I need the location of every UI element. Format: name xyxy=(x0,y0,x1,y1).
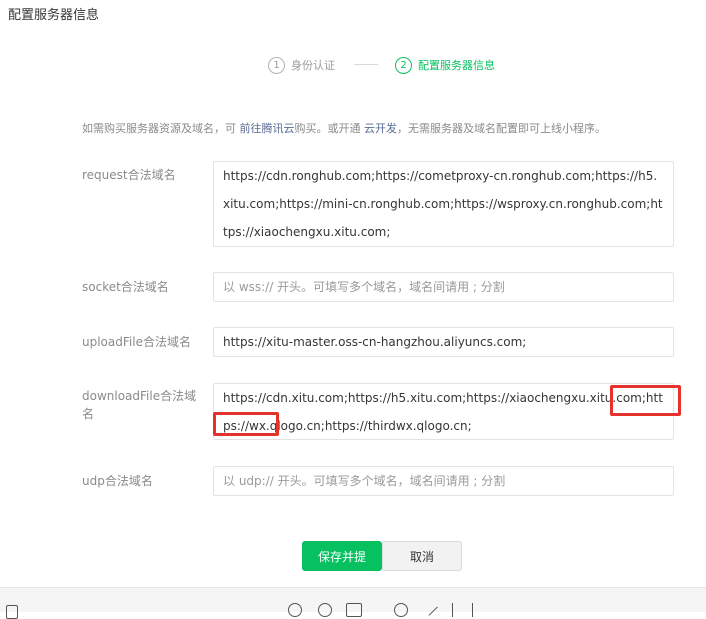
udp-domain-input[interactable]: 以 udp:// 开头。可填写多个域名，域名间请用 ; 分割 xyxy=(213,466,674,496)
zoom-out-icon[interactable] xyxy=(318,603,332,617)
rotate-icon[interactable] xyxy=(394,603,408,617)
downloadfile-domain-input[interactable]: https://cdn.xitu.com;https://h5.xitu.com… xyxy=(213,383,674,440)
bottom-toolbar xyxy=(0,587,706,619)
highlight-box xyxy=(213,412,279,436)
divider-icon xyxy=(452,603,454,617)
request-domain-input[interactable]: https://cdn.ronghub.com;https://cometpro… xyxy=(213,161,674,247)
intro-text-part: 如需购买服务器资源及域名，可 xyxy=(82,122,240,135)
downloadfile-domain-label: downloadFile合法域名 xyxy=(82,389,197,421)
step-label: 身份认证 xyxy=(291,59,335,72)
intro-text: 如需购买服务器资源及域名，可 前往腾讯云购买。或开通 云开发，无需服务器及域名配… xyxy=(82,120,606,136)
page-title: 配置服务器信息 xyxy=(8,8,100,23)
udp-domain-label: udp合法域名 xyxy=(82,474,153,488)
intro-text-part: 购买。或开通 xyxy=(294,122,364,135)
step-number-circle: 1 xyxy=(268,56,285,74)
step-label: 配置服务器信息 xyxy=(418,59,495,72)
save-submit-button[interactable]: 保存并提 xyxy=(302,541,382,571)
step-server-config: 2 配置服务器信息 xyxy=(395,55,495,75)
image-icon[interactable] xyxy=(346,603,362,617)
intro-text-part: ，无需服务器及域名配置即可上线小程序。 xyxy=(397,122,606,135)
cancel-button[interactable]: 取消 xyxy=(382,541,462,571)
checkbox-icon[interactable] xyxy=(6,605,18,619)
cloud-dev-link[interactable]: 云开发 xyxy=(364,122,397,135)
zoom-in-icon[interactable] xyxy=(288,603,302,617)
highlight-box xyxy=(610,385,681,416)
uploadfile-domain-label: uploadFile合法域名 xyxy=(82,335,191,349)
socket-domain-label: socket合法域名 xyxy=(82,280,169,294)
uploadfile-domain-input[interactable]: https://xitu-master.oss-cn-hangzhou.aliy… xyxy=(213,327,674,357)
pen-icon[interactable] xyxy=(422,600,438,616)
tencent-cloud-link[interactable]: 前往腾讯云 xyxy=(240,122,295,135)
step-identity: 1 身份认证 xyxy=(268,55,335,75)
socket-domain-input[interactable]: 以 wss:// 开头。可填写多个域名，域名间请用 ; 分割 xyxy=(213,272,674,302)
step-connector xyxy=(354,64,378,65)
more-icon[interactable] xyxy=(472,603,474,617)
request-domain-label: request合法域名 xyxy=(82,168,176,182)
step-number-circle: 2 xyxy=(395,56,412,74)
